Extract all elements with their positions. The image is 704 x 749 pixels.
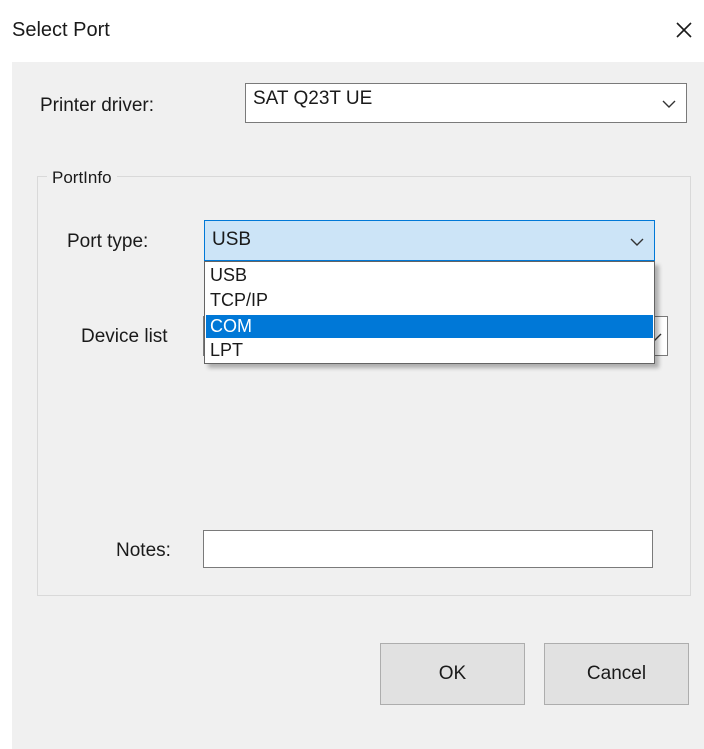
port-type-value: USB [212,229,252,250]
port-type-dropdown-list: USB TCP/IP COM LPT [204,261,655,364]
chevron-down-icon [662,100,676,108]
device-list-label: Device list [81,326,168,347]
port-option-lpt[interactable]: LPT [206,339,653,362]
port-type-select[interactable]: USB [204,220,655,261]
close-button[interactable] [670,16,698,44]
printer-driver-select[interactable]: SAT Q23T UE [245,83,687,123]
port-type-label: Port type: [67,231,149,252]
printer-driver-value: SAT Q23T UE [253,88,373,109]
dialog-title: Select Port [12,19,110,41]
port-option-tcpip[interactable]: TCP/IP [206,289,653,312]
port-info-legend: PortInfo [47,168,117,188]
select-port-dialog: Select Port Printer driver: SAT Q23T UE … [0,0,704,749]
ok-button[interactable]: OK [380,643,525,705]
ok-button-label: OK [438,663,467,684]
printer-driver-label: Printer driver: [40,95,155,116]
cancel-button[interactable]: Cancel [544,643,689,705]
port-option-usb[interactable]: USB [206,264,653,287]
cancel-button-label: Cancel [586,663,647,684]
close-icon [676,22,692,38]
notes-label: Notes: [116,540,171,561]
chevron-down-icon [630,238,644,246]
port-option-com[interactable]: COM [206,315,653,338]
notes-input[interactable] [203,530,653,568]
